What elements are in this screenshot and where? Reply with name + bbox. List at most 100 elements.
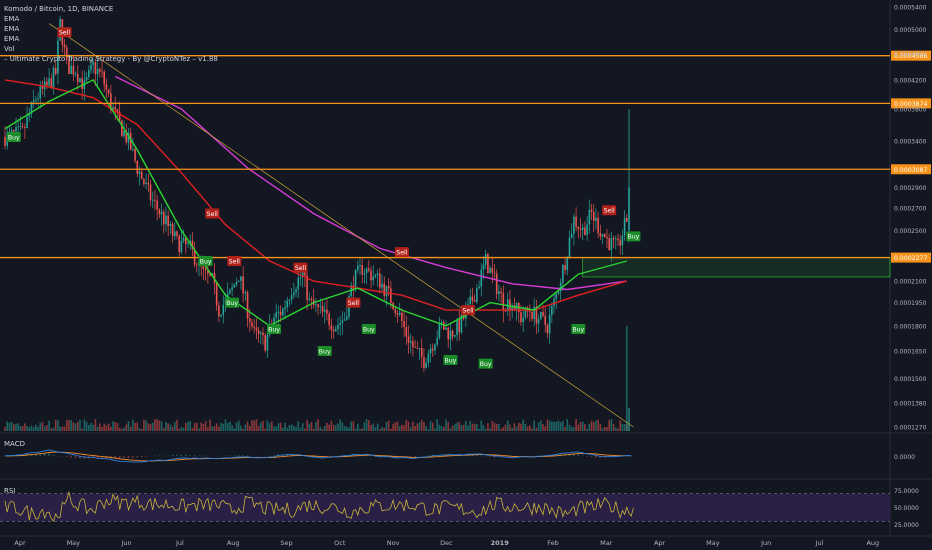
volume-bar	[509, 424, 511, 431]
volume-bar	[193, 423, 196, 431]
volume-bar	[224, 419, 227, 431]
candle-body	[628, 187, 630, 231]
candle-body	[405, 326, 408, 337]
candle-body	[79, 78, 81, 82]
volume-bar	[233, 428, 236, 431]
volume-bar	[72, 422, 75, 431]
buy-signal: Buy	[317, 346, 332, 357]
volume-bar	[63, 426, 66, 431]
candle-body	[434, 344, 436, 351]
indicator-ema-3[interactable]: EMA	[4, 34, 218, 44]
volume-bar	[323, 425, 326, 431]
volume-bar	[52, 427, 55, 431]
candle-body	[445, 327, 447, 330]
candle-body	[286, 300, 289, 308]
volume-bar	[87, 424, 90, 431]
indicator-ema-1[interactable]: EMA	[4, 14, 218, 24]
price-tick-label: 0.0001800	[894, 323, 927, 330]
candle-body	[317, 304, 319, 307]
candle-body	[154, 199, 156, 201]
candle-body	[403, 320, 405, 327]
volume-bar	[147, 423, 150, 431]
volume-bar	[136, 422, 139, 431]
time-tick-label: May	[67, 539, 81, 547]
candle-body	[423, 356, 425, 368]
volume-bar	[345, 426, 348, 431]
volume-bar	[447, 422, 450, 431]
volume-bar	[200, 422, 203, 431]
time-tick-label: Apr	[14, 539, 26, 547]
candle-body	[149, 184, 152, 201]
candle-body	[489, 267, 491, 274]
candle-body	[568, 237, 571, 259]
volume-bar	[279, 422, 282, 431]
candle-body	[372, 276, 375, 281]
volume-bar	[332, 424, 335, 431]
candle-body	[17, 126, 20, 128]
volume-bar	[418, 422, 421, 431]
trading-chart[interactable]: 0.00045660.00038740.00030870.0002277 Buy…	[0, 0, 932, 550]
candle-body	[266, 334, 269, 351]
volume-bar	[623, 424, 626, 431]
volume-bar	[628, 408, 630, 431]
candle-body	[215, 282, 218, 306]
candle-body	[614, 238, 617, 240]
volume-bar	[50, 428, 53, 431]
volume-bar	[76, 421, 79, 431]
candle-body	[114, 107, 117, 110]
volume-bar	[182, 427, 185, 431]
candle-body	[409, 341, 412, 343]
price-tick-label: 0.0001950	[894, 300, 927, 307]
indicator-strategy[interactable]: – Ultimate Crypto Trading Strategy - By …	[4, 54, 218, 64]
signal-label: Buy	[319, 348, 331, 355]
candle-body	[257, 330, 260, 334]
volume-bar	[562, 420, 564, 431]
signal-label: Buy	[268, 326, 280, 333]
volume-bar	[229, 421, 231, 431]
macd-histogram-bar	[167, 455, 169, 457]
chart-title[interactable]: Komodo / Bitcoin, 1D, BINANCE	[4, 4, 218, 14]
macd-histogram-bar	[581, 455, 584, 457]
macd-histogram-bar	[268, 455, 271, 457]
candle-body	[559, 282, 562, 292]
volume-bar	[202, 423, 205, 431]
macd-histogram-bar	[202, 455, 205, 457]
candle-body	[610, 237, 613, 251]
candle-body	[251, 322, 253, 327]
candle-body	[357, 265, 359, 270]
volume-bar	[180, 426, 183, 431]
volume-bar	[264, 428, 266, 431]
volume-bar	[420, 419, 423, 431]
candle-body	[416, 347, 419, 349]
candle-body	[361, 265, 364, 275]
signal-label: Sell	[396, 249, 407, 256]
candle-body	[570, 234, 573, 238]
time-tick-label: Sep	[280, 539, 292, 547]
candle-body	[396, 313, 399, 315]
volume-bar	[520, 423, 522, 431]
volume-bar	[253, 420, 255, 431]
volume-bar	[171, 426, 174, 431]
candle-body	[376, 273, 379, 275]
volume-bar	[6, 421, 9, 431]
volume-bar	[304, 428, 306, 431]
candle-body	[564, 265, 566, 270]
candle-body	[509, 299, 511, 311]
volume-bar	[215, 423, 218, 431]
volume-bar	[15, 423, 17, 431]
volume-bar	[99, 423, 101, 431]
price-tick-label: 0.0001500	[894, 376, 927, 383]
volume-bar	[566, 419, 569, 431]
macd-histogram-bar	[145, 456, 147, 457]
indicator-ema-2[interactable]: EMA	[4, 24, 218, 34]
volume-bar	[506, 420, 509, 431]
rsi-tick-label: 50.0000	[894, 505, 919, 512]
volume-bar	[445, 419, 447, 431]
indicator-volume[interactable]: Vol	[4, 44, 218, 54]
macd-histogram-bar	[462, 455, 465, 457]
macd-label[interactable]: MACD	[4, 440, 25, 448]
candle-body	[284, 307, 286, 309]
volume-bar	[114, 422, 117, 431]
rsi-label[interactable]: RSI	[4, 487, 15, 495]
volume-bar	[39, 422, 42, 431]
